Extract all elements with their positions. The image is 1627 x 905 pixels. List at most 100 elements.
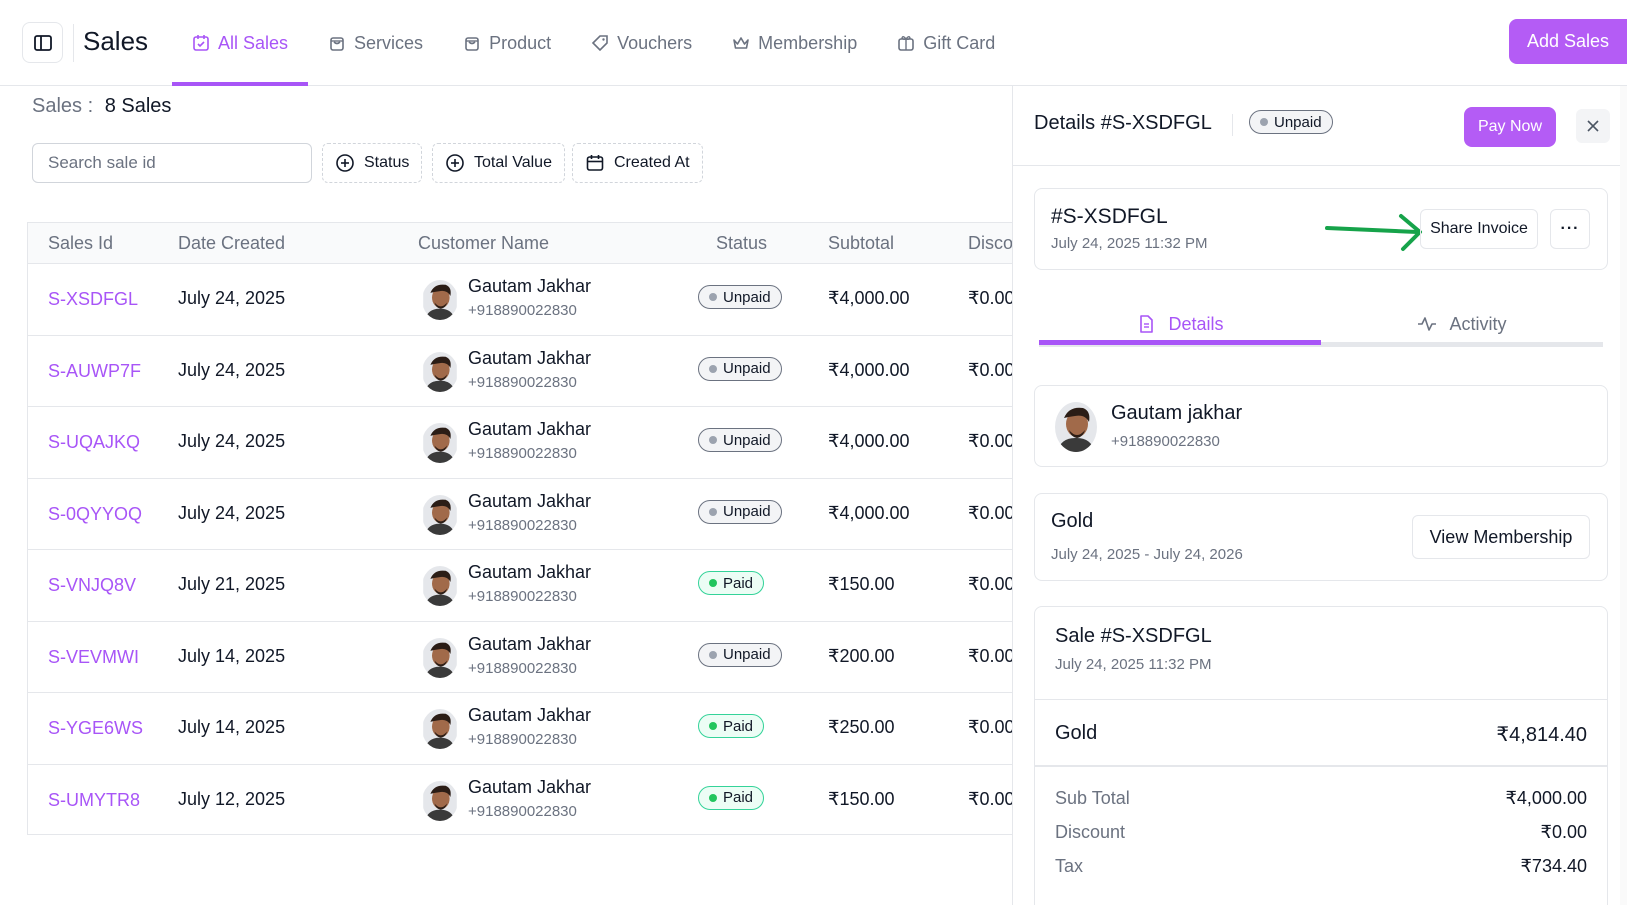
- tab-product[interactable]: Product: [443, 0, 571, 86]
- customer-phone: +918890022830: [468, 588, 577, 605]
- tab-vouchers[interactable]: Vouchers: [571, 0, 712, 86]
- customer-phone: +918890022830: [468, 302, 577, 319]
- summary-row-subtotal: Sub Total ₹4,000.00: [1055, 788, 1587, 809]
- sale-id-link[interactable]: S-UQAJKQ: [48, 432, 140, 453]
- summary-value: ₹0.00: [1540, 822, 1588, 842]
- sale-id-link[interactable]: S-YGE6WS: [48, 718, 143, 739]
- avatar-image-icon: [423, 566, 457, 606]
- date-created: July 12, 2025: [178, 788, 286, 809]
- status-cell: Unpaid: [698, 356, 782, 381]
- tab-label: Details: [1168, 313, 1224, 334]
- close-button[interactable]: [1576, 109, 1610, 143]
- status-cell: Unpaid: [698, 642, 782, 667]
- avatar-image-icon: [423, 494, 457, 535]
- ellipsis-icon: ···: [1560, 220, 1580, 237]
- tab-services[interactable]: Services: [308, 0, 443, 86]
- tab-bar: All Sales Services Product Vouchers Memb…: [172, 0, 1015, 86]
- customer-name: Gautam Jakhar: [468, 276, 592, 296]
- avatar-image-icon: [423, 780, 457, 821]
- discount: ₹0.00: [968, 788, 1012, 809]
- customer-name: Gautam Jakhar: [468, 419, 592, 439]
- more-options-button[interactable]: ···: [1550, 209, 1590, 249]
- table-row[interactable]: S-UMYTR8 July 12, 2025 Gautam Jakhar +91889…: [28, 765, 1012, 835]
- customer-card[interactable]: Gautam jakhar +918890022830: [1034, 385, 1608, 467]
- column-header-status[interactable]: Status: [716, 233, 767, 254]
- status-cell: Paid: [698, 714, 765, 738]
- divider: [1232, 114, 1233, 136]
- avatar-image-icon: [1055, 402, 1097, 452]
- table-row[interactable]: S-0QYYOQ July 24, 2025 Gautam Jakhar +91889…: [28, 479, 1012, 550]
- table-row[interactable]: S-VEVMWI July 14, 2025 Gautam Jakhar +91889…: [28, 622, 1012, 693]
- sale-id-link[interactable]: S-AUWP7F: [48, 361, 141, 382]
- sidebar-toggle-icon: [33, 34, 52, 51]
- scrollbar[interactable]: [1620, 86, 1627, 905]
- customer-name: Gautam Jakhar: [468, 347, 592, 368]
- bag-icon: [330, 37, 344, 51]
- status-badge: Paid: [698, 785, 765, 810]
- sales-count-value: 8 Sales: [104, 95, 172, 117]
- crown-icon: [733, 37, 749, 49]
- sale-item-name: Gold: [1055, 722, 1098, 744]
- avatar: [422, 351, 458, 392]
- column-header-date-created[interactable]: Date Created: [178, 233, 285, 254]
- status-dot: [709, 722, 717, 730]
- total-value-filter-button[interactable]: Total Value: [432, 143, 565, 183]
- invoice-datetime: July 24, 2025 11:32 PM: [1051, 235, 1208, 252]
- tab-gift-card[interactable]: Gift Card: [877, 0, 1015, 86]
- discount: ₹0.00: [968, 431, 1012, 451]
- tab-membership[interactable]: Membership: [712, 0, 877, 86]
- membership-name: Gold: [1051, 510, 1094, 532]
- plus-circle-icon: [446, 154, 464, 172]
- column-header-discount[interactable]: Disco: [968, 233, 1012, 254]
- divider: [1035, 699, 1607, 700]
- table-row[interactable]: S-YGE6WS July 14, 2025 Gautam Jakhar +91889…: [28, 693, 1012, 765]
- sales-count-label: Sales :: [32, 95, 94, 117]
- table-row[interactable]: S-UQAJKQ July 24, 2025 Gautam Jakhar +91889…: [28, 407, 1012, 479]
- summary-value: ₹734.40: [1520, 856, 1587, 876]
- avatar-image-icon: [423, 280, 457, 320]
- status-badge: Unpaid: [698, 428, 782, 452]
- table-row[interactable]: S-VNJQ8V July 21, 2025 Gautam Jakhar +91889…: [28, 550, 1012, 622]
- sale-id-link[interactable]: S-0QYYOQ: [48, 504, 142, 525]
- table-row[interactable]: S-AUWP7F July 24, 2025 Gautam Jakhar +91889…: [28, 336, 1012, 407]
- column-header-subtotal[interactable]: Subtotal: [828, 233, 894, 254]
- column-header-sales-id[interactable]: Sales Id: [48, 233, 113, 254]
- tab-activity[interactable]: Activity: [1321, 308, 1603, 340]
- status-filter-button[interactable]: Status: [322, 143, 423, 183]
- details-tabs: Details Activity: [1039, 312, 1603, 347]
- summary-row-tax: Tax ₹734.40: [1055, 856, 1587, 877]
- tab-label: Product: [489, 32, 552, 53]
- avatar: [422, 709, 458, 749]
- gift-icon: [898, 36, 915, 51]
- search-input[interactable]: [32, 143, 312, 183]
- table-row[interactable]: S-XSDFGL July 24, 2025 Gautam Jakhar +91889…: [28, 264, 1012, 336]
- plus-circle-icon: [336, 154, 354, 172]
- tab-label: Membership: [758, 32, 858, 53]
- sale-item-price: ₹4,814.40: [1496, 724, 1587, 746]
- divider: [1035, 765, 1607, 767]
- status-badge: Unpaid: [698, 642, 782, 667]
- sale-id-link[interactable]: S-VNJQ8V: [48, 575, 136, 596]
- sale-id-link[interactable]: S-VEVMWI: [48, 647, 139, 668]
- sale-id-link[interactable]: S-XSDFGL: [48, 289, 138, 310]
- avatar-image-icon: [423, 709, 457, 749]
- share-invoice-button[interactable]: Share Invoice: [1420, 209, 1538, 249]
- calendar-icon: [586, 155, 604, 171]
- subtotal: ₹250.00: [828, 717, 895, 737]
- customer-phone: +918890022830: [468, 445, 577, 462]
- created-at-filter-button[interactable]: Created At: [572, 143, 703, 183]
- sale-title: Sale #S-XSDFGL: [1055, 625, 1212, 647]
- sale-id-link[interactable]: S-UMYTR8: [48, 790, 140, 811]
- status-cell: Unpaid: [698, 285, 782, 309]
- customer-phone: +918890022830: [468, 659, 577, 677]
- tab-all-sales[interactable]: All Sales: [172, 0, 309, 86]
- view-membership-button[interactable]: View Membership: [1412, 515, 1590, 559]
- pay-now-button[interactable]: Pay Now: [1464, 107, 1556, 147]
- sidebar-toggle-button[interactable]: [22, 22, 63, 63]
- column-header-customer-name[interactable]: Customer Name: [418, 233, 549, 254]
- status-text: Paid: [723, 574, 754, 592]
- tab-label: All Sales: [218, 32, 289, 53]
- tab-details[interactable]: Details: [1039, 308, 1321, 345]
- details-status-badge: Unpaid: [1249, 110, 1333, 134]
- add-sales-button[interactable]: Add Sales: [1509, 19, 1627, 64]
